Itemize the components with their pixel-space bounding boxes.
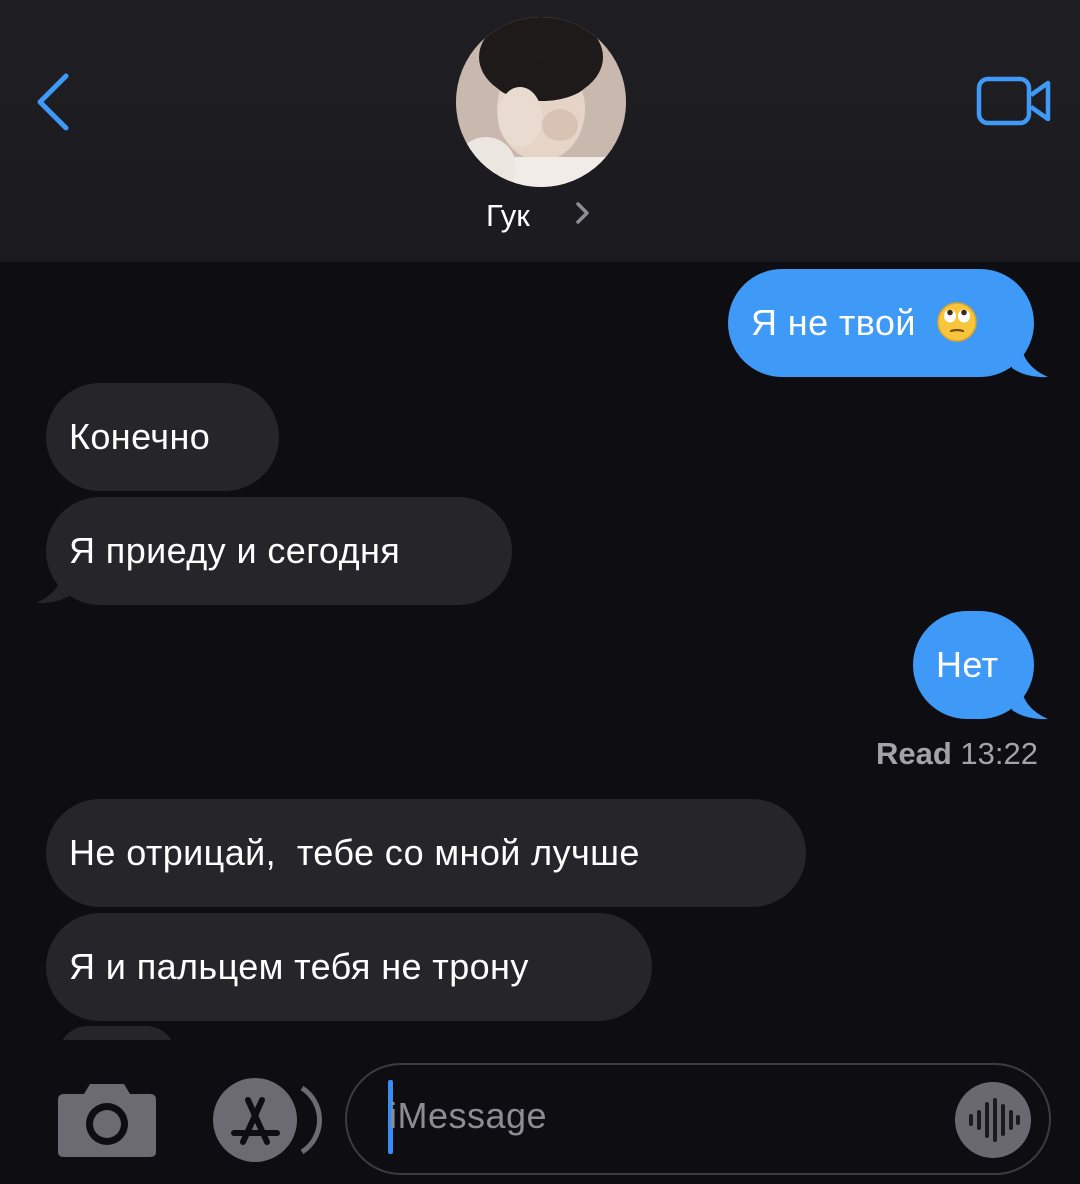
chevron-right-icon [576,202,589,224]
waveform-icon [969,1098,1020,1142]
message-text: Я приеду и сегодня [69,530,401,571]
message-text: Я и пальцем тебя не трону [69,946,529,987]
message-text: Я не твой [751,302,916,343]
read-time: 13:22 [960,736,1038,771]
input-placeholder: iMessage [389,1095,548,1136]
facetime-video-button[interactable] [976,76,1054,128]
face-with-rolling-eyes-icon [937,302,978,343]
bubble-tail [36,566,72,604]
audio-message-button[interactable] [955,1082,1031,1158]
message-bubble-incoming[interactable]: Не отрицай, тебе со мной лучше [46,799,806,907]
chevron-left-icon [37,73,69,131]
message-text: Нет [936,644,999,685]
message-text: Не отрицай, тебе со мной лучше [69,832,640,873]
app-store-icon [213,1078,322,1162]
message-text: Конечно [69,416,211,457]
message-composer: iMessage [0,1040,1080,1184]
avatar-photo [456,17,626,187]
contact-name: Гук [486,198,530,233]
bubble-tail [1012,340,1048,378]
contact-avatar[interactable] [456,17,626,187]
read-receipt: Read 13:22 [876,736,1038,772]
message-bubble-incoming[interactable]: Я приеду и сегодня [46,497,512,605]
imessage-input[interactable]: iMessage [345,1063,1051,1175]
camera-button[interactable] [56,1080,158,1158]
back-button[interactable] [30,68,80,138]
message-bubble-incoming[interactable]: Я и пальцем тебя не трону [46,913,652,1021]
conversation-header: Гук [0,0,1080,262]
messages-screen: Гук Я не твой Конечно Я приеду и сегодня… [0,0,1080,1184]
read-label: Read [875,736,952,771]
camera-icon [58,1084,156,1157]
bubble-tail [1012,682,1048,720]
contact-name-row[interactable]: Гук [440,192,640,244]
video-camera-icon [976,76,1051,126]
message-bubble-outgoing[interactable]: Я не твой [728,269,1034,377]
app-store-button[interactable] [210,1078,322,1162]
message-bubble-incoming[interactable]: Конечно [46,383,279,491]
